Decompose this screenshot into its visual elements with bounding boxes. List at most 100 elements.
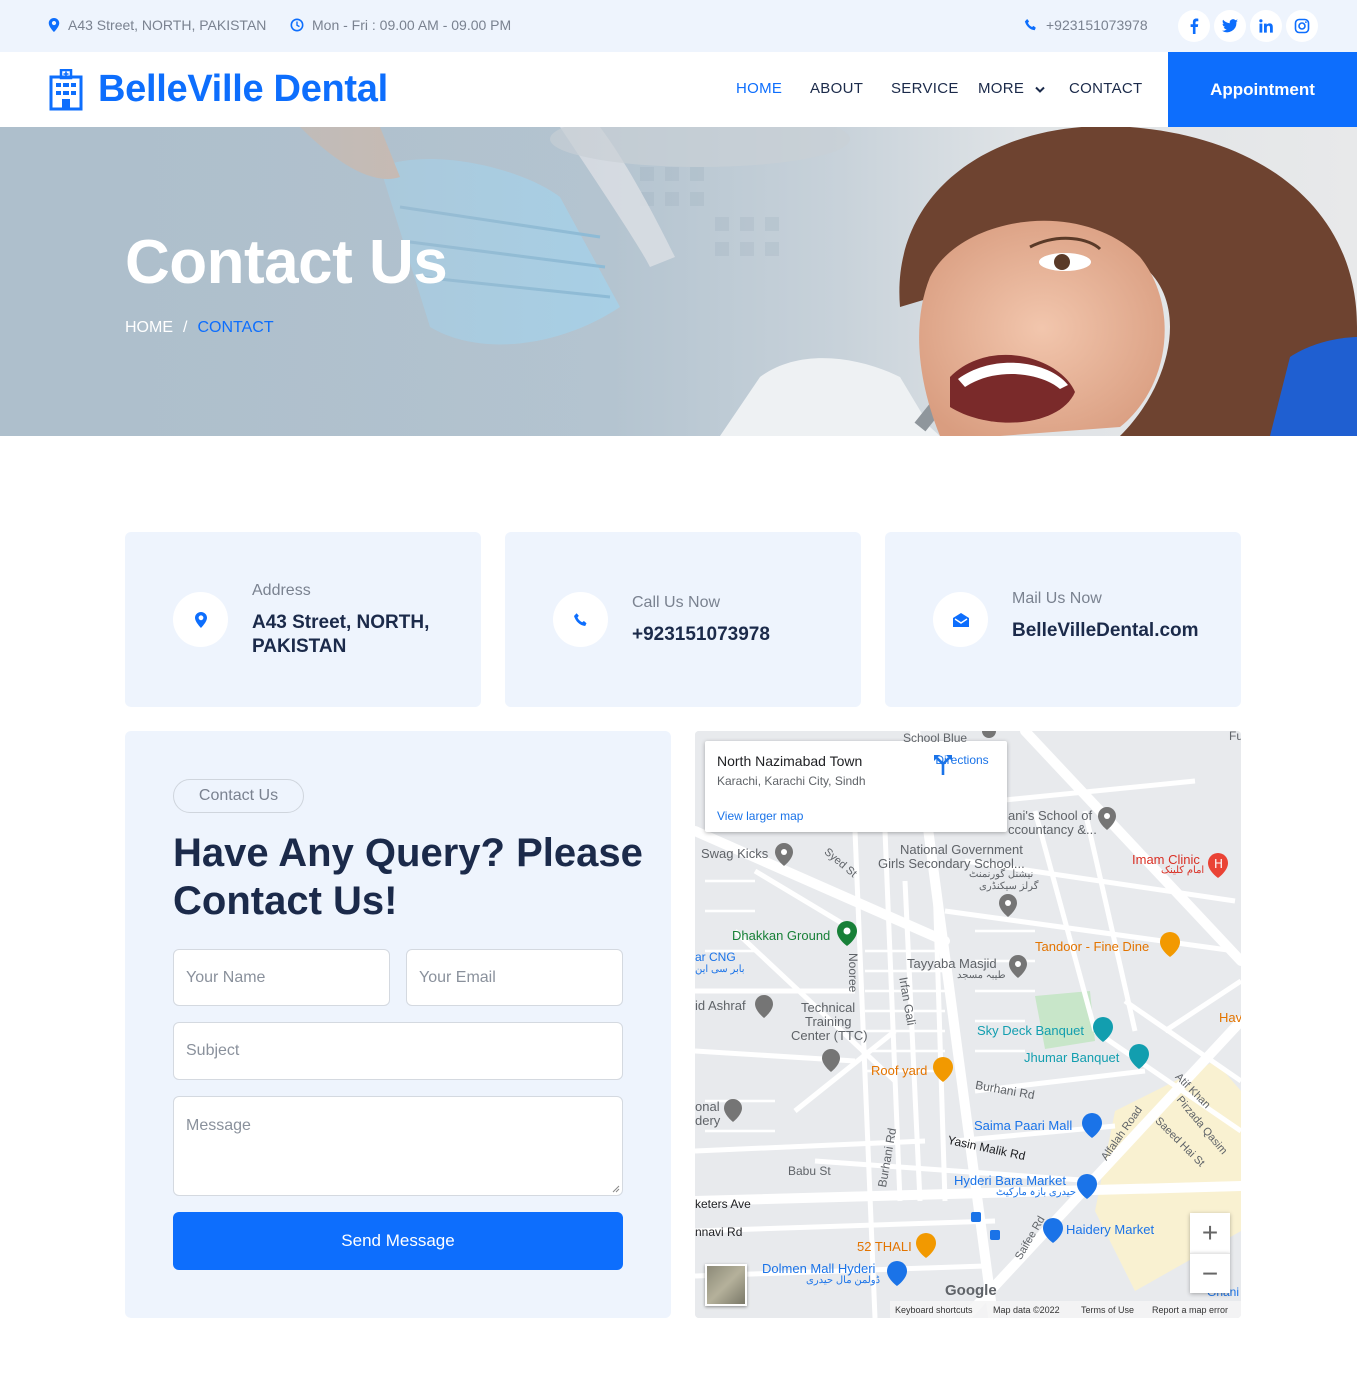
subject-input[interactable]: Subject bbox=[173, 1022, 623, 1080]
map-label-tayyaba-masjid: Tayyaba Masjid bbox=[907, 956, 997, 971]
address-line-2: PAKISTAN bbox=[252, 636, 347, 657]
place-info-card: North Nazimabad Town Karachi, Karachi Ci… bbox=[705, 741, 1007, 832]
google-logo: Google bbox=[945, 1282, 997, 1299]
twitter-icon[interactable] bbox=[1214, 10, 1246, 42]
address-icon-circle bbox=[173, 592, 228, 647]
topbar-hours: Mon - Fri : 09.00 AM - 09.00 PM bbox=[290, 17, 511, 33]
map-label-babu-st: Babu St bbox=[788, 1164, 831, 1178]
nav-home[interactable]: HOME bbox=[736, 80, 782, 97]
breadcrumb-separator: / bbox=[183, 319, 188, 336]
map-pin-icon bbox=[48, 18, 60, 32]
top-bar: A43 Street, NORTH, PAKISTAN Mon - Fri : … bbox=[0, 0, 1357, 52]
envelope-open-icon bbox=[952, 612, 969, 627]
section-tag: Contact Us bbox=[173, 779, 304, 813]
map-label-tandoor: Tandoor - Fine Dine bbox=[1035, 939, 1150, 954]
google-map[interactable]: North Nazimabad Town Karachi, Karachi Ci… bbox=[695, 731, 1241, 1318]
map-label-roof-yard: Roof yard bbox=[871, 1063, 928, 1078]
map-label-nooree: Nooree bbox=[846, 953, 860, 993]
topbar-address-text: A43 Street, NORTH, PAKISTAN bbox=[68, 17, 267, 33]
map-label-hyderi-bara-market: Hyderi Bara Market bbox=[954, 1173, 1066, 1188]
clock-icon bbox=[290, 18, 304, 32]
keyboard-shortcuts-link[interactable]: Keyboard shortcuts bbox=[895, 1305, 973, 1315]
address-label: Address bbox=[252, 582, 311, 599]
map-label-id-ashraf: id Ashraf bbox=[695, 998, 746, 1013]
map-label-ttc-3: Center (TTC) bbox=[791, 1028, 868, 1043]
linkedin-icon[interactable] bbox=[1250, 10, 1282, 42]
call-card: Call Us Now +923151073978 bbox=[505, 532, 861, 707]
satellite-toggle[interactable] bbox=[705, 1264, 747, 1306]
map-label-hav: Hav bbox=[1219, 1010, 1241, 1025]
map-label-swag-kicks: Swag Kicks bbox=[701, 846, 769, 861]
zoom-out-button[interactable]: − bbox=[1190, 1253, 1230, 1293]
phone-icon bbox=[573, 612, 586, 626]
directions-icon bbox=[934, 755, 952, 775]
map-label-imam-urdu: امام کلینک bbox=[1161, 865, 1205, 876]
call-value[interactable]: +923151073978 bbox=[632, 623, 770, 647]
map-pin-icon bbox=[194, 611, 207, 628]
map-label-haidery-market: Haidery Market bbox=[1066, 1222, 1155, 1237]
map-label-dolmen-mall: Dolmen Mall Hyderi bbox=[762, 1261, 876, 1276]
nav-more[interactable]: MORE bbox=[978, 80, 1045, 97]
call-label: Call Us Now bbox=[632, 594, 721, 611]
map-label-ar-cng: ar CNG bbox=[695, 950, 736, 964]
address-line-1: A43 Street, NORTH, bbox=[252, 612, 430, 633]
mail-value[interactable]: BelleVilleDental.com bbox=[1012, 619, 1199, 643]
map-label-nnavi-rd: nnavi Rd bbox=[695, 1225, 743, 1239]
appointment-button[interactable]: Appointment bbox=[1168, 52, 1357, 127]
breadcrumb-home[interactable]: HOME bbox=[125, 319, 173, 336]
map-label-hyderi-urdu: حیدری بازہ مارکیٹ bbox=[996, 1187, 1077, 1198]
terms-of-use-link[interactable]: Terms of Use bbox=[1081, 1305, 1134, 1315]
topbar-hours-text: Mon - Fri : 09.00 AM - 09.00 PM bbox=[312, 17, 512, 33]
map-label-52-thali: 52 THALI bbox=[857, 1239, 912, 1254]
topbar-address: A43 Street, NORTH, PAKISTAN bbox=[48, 17, 266, 33]
report-map-error-link[interactable]: Report a map error bbox=[1152, 1305, 1228, 1315]
nav-about[interactable]: ABOUT bbox=[810, 80, 863, 97]
address-card: Address A43 Street, NORTH, PAKISTAN bbox=[125, 532, 481, 707]
map-label-keters-ave: keters Ave bbox=[695, 1197, 751, 1211]
nav-service[interactable]: SERVICE bbox=[891, 80, 959, 97]
map-label-ngs-school: National Government bbox=[900, 842, 1023, 857]
page-title: Contact Us bbox=[125, 228, 448, 297]
map-label-anis-school-2: ccountancy &... bbox=[1008, 822, 1097, 837]
phone-icon bbox=[1024, 19, 1036, 31]
map-label-ngs-urdu-2: گرلز سیکنڈری bbox=[979, 881, 1039, 892]
mail-card: Mail Us Now BelleVilleDental.com bbox=[885, 532, 1241, 707]
breadcrumb: HOME / CONTACT bbox=[125, 319, 274, 337]
map-label-dhakkan-ground: Dhakkan Ground bbox=[732, 928, 831, 943]
contact-form: Contact Us Have Any Query? Please Contac… bbox=[125, 731, 671, 1318]
map-data-text: Map data ©2022 bbox=[993, 1305, 1060, 1315]
phone-icon-circle bbox=[553, 592, 608, 647]
map-label-onal: onal bbox=[695, 1099, 720, 1114]
hero-banner: Contact Us HOME / CONTACT bbox=[0, 127, 1357, 436]
place-subtitle: Karachi, Karachi City, Sindh bbox=[717, 774, 866, 788]
place-title: North Nazimabad Town bbox=[717, 753, 863, 769]
map-label-ar-cng-urdu: بابر سی این bbox=[695, 964, 745, 975]
map-label-anis-school: ani's School of bbox=[1008, 808, 1093, 823]
brand-name: BelleVille Dental bbox=[98, 68, 388, 110]
send-message-button[interactable]: Send Message bbox=[173, 1212, 623, 1270]
map-label-fu: Fu bbox=[1229, 731, 1241, 743]
instagram-icon[interactable] bbox=[1286, 10, 1318, 42]
chevron-down-icon bbox=[1034, 86, 1045, 93]
map-label-ttc-2: Training bbox=[805, 1014, 852, 1029]
facebook-icon[interactable] bbox=[1178, 10, 1210, 42]
mail-icon-circle bbox=[933, 592, 988, 647]
zoom-in-button[interactable]: + bbox=[1190, 1213, 1230, 1253]
nav-contact[interactable]: CONTACT bbox=[1069, 80, 1142, 97]
view-larger-map-link[interactable]: View larger map bbox=[717, 809, 803, 823]
map-label-saima-paari-mall: Saima Paari Mall bbox=[974, 1118, 1073, 1133]
hospital-building-icon bbox=[49, 68, 83, 110]
message-placeholder: Message bbox=[186, 1117, 251, 1134]
breadcrumb-current: CONTACT bbox=[197, 319, 274, 336]
brand-logo[interactable]: BelleVille Dental bbox=[48, 68, 388, 111]
map-label-sky-deck: Sky Deck Banquet bbox=[977, 1023, 1084, 1038]
nav-more-label: MORE bbox=[978, 80, 1025, 97]
map-label-dery: dery bbox=[695, 1113, 721, 1128]
resize-handle-icon[interactable] bbox=[612, 1185, 620, 1193]
message-textarea[interactable]: Message bbox=[173, 1096, 623, 1196]
name-input[interactable]: Your Name bbox=[173, 949, 390, 1006]
map-label-ttc-1: Technical bbox=[801, 1000, 856, 1015]
email-input[interactable]: Your Email bbox=[406, 949, 623, 1006]
directions-button[interactable]: Directions bbox=[933, 753, 991, 775]
topbar-phone[interactable]: +923151073978 bbox=[1024, 17, 1148, 33]
